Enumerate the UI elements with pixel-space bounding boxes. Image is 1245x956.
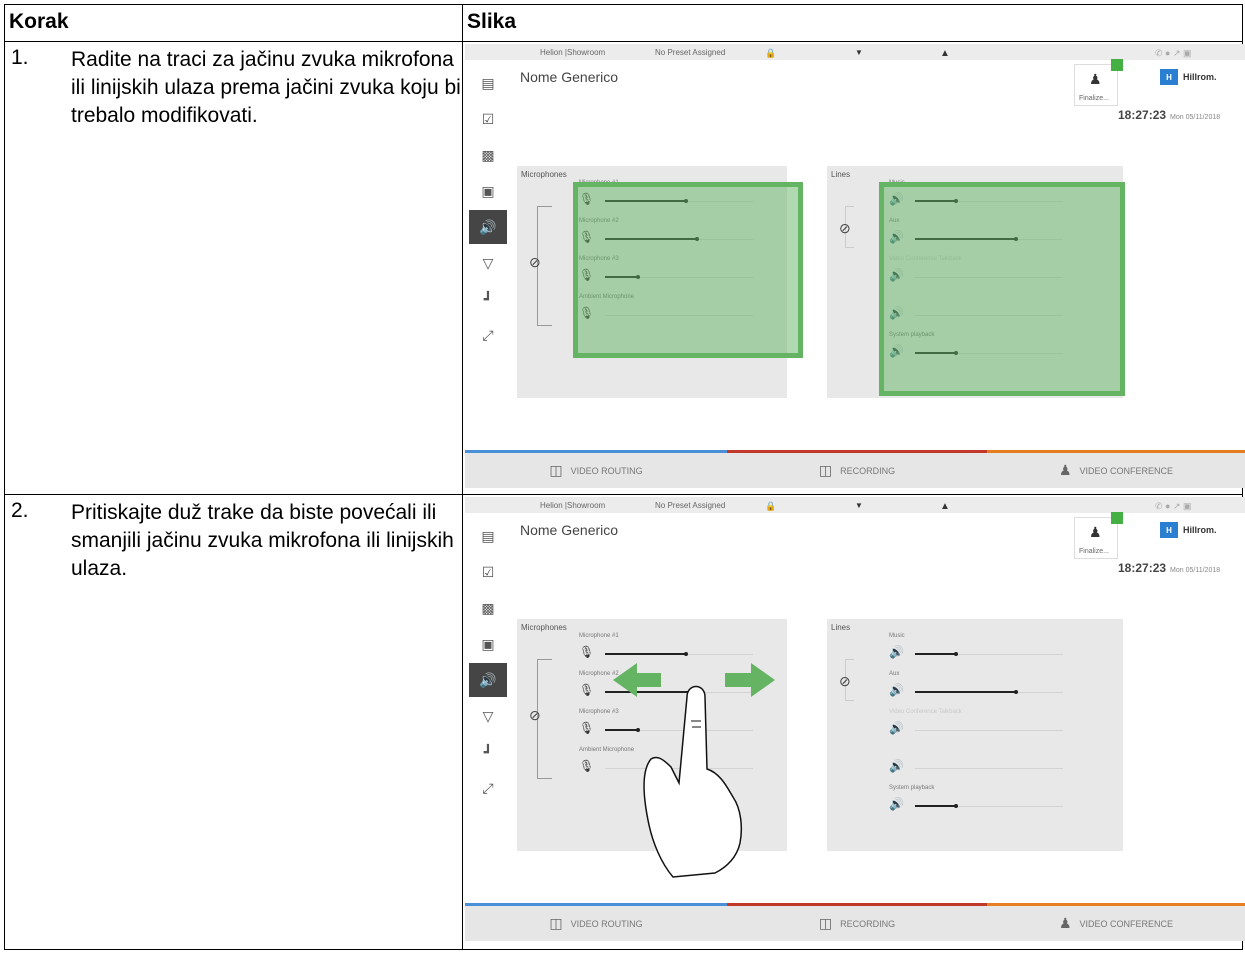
lines-mute-all-icon[interactable]: ⊘ [839, 220, 851, 237]
user-check-icon: ♟ [1089, 71, 1102, 87]
brand-logo: H Hillrom. [1160, 69, 1217, 85]
sidebar-camera-icon[interactable]: ⤢ [469, 318, 507, 352]
sidebar-light-icon[interactable]: ▽ [469, 246, 507, 280]
step-text: Radite na traci za jačinu zvuka mikrofon… [71, 48, 461, 127]
tab-video-routing-label: VIDEO ROUTING [570, 918, 643, 929]
tab-recording-label: RECORDING [840, 918, 896, 929]
instruction-table: Korak Slika 1. Radite na traci za jačinu… [4, 4, 1245, 950]
tab-recording[interactable]: ◫ RECORDING [727, 450, 987, 488]
tab-video-conference-label: VIDEO CONFERENCE [1079, 465, 1174, 476]
lock-icon[interactable]: 🔒 [765, 48, 776, 59]
sidebar-audio-icon[interactable]: 🔊 [469, 210, 507, 244]
clock-date: Mon 05/11/2018 [1170, 114, 1221, 121]
top-status-bar: Helion |Showroom No Preset Assigned 🔒 ▼ … [465, 44, 1245, 60]
room-label: Helion |Showroom [540, 48, 606, 57]
table-header-row: Korak Slika [4, 4, 1243, 42]
recording-icon: ◫ [818, 462, 833, 478]
step-text: Pritiskajte duž trake da biste povećali … [71, 501, 454, 580]
user-transfer-icon[interactable]: ▲ [940, 48, 950, 59]
tab-video-conference-label: VIDEO CONFERENCE [1079, 918, 1174, 929]
audio-screen: Helion |Showroom No Preset Assigned 🔒 ▼ … [465, 44, 1245, 488]
table-row: 2. Pritiskajte duž trake da biste poveća… [4, 494, 1245, 950]
image-cell: Helion |Showroom No Preset Assigned 🔒 ▼ … [462, 494, 1245, 950]
tab-video-conference[interactable]: ♟ VIDEO CONFERENCE [987, 450, 1245, 488]
tab-video-conference[interactable]: ♟ VIDEO CONFERENCE [987, 903, 1245, 941]
video-routing-icon: ◫ [549, 915, 563, 931]
sidebar-checklist-icon[interactable]: ☑ [469, 102, 507, 136]
clock: 18:27:23 Mon 05/11/2018 [1118, 108, 1220, 122]
microphones-highlight [573, 182, 803, 358]
patient-name: Nome Generico [520, 69, 619, 85]
lines-title: Lines [831, 170, 851, 179]
brand-name: Hillrom. [1183, 72, 1217, 82]
header-image: Slika [462, 4, 1243, 42]
sidebar-table-icon[interactable]: ┛ [469, 282, 507, 316]
tab-video-routing[interactable]: ◫ VIDEO ROUTING [465, 903, 727, 941]
tab-recording[interactable]: ◫ RECORDING [727, 903, 987, 941]
recording-icon: ◫ [818, 915, 833, 931]
hand-pointer-icon [643, 685, 743, 878]
video-conference-icon: ♟ [1058, 915, 1072, 931]
status-icons: ✆ ● ↗ ▣ [1155, 48, 1192, 58]
tab-video-routing-label: VIDEO ROUTING [570, 465, 643, 476]
tab-recording-label: RECORDING [840, 465, 896, 476]
bottom-tab-bar: ◫ VIDEO ROUTING ◫ RECORDING ♟ VIDEO CONFERE… [465, 903, 1245, 941]
mic-mute-all-icon[interactable]: ⊘ [529, 254, 541, 271]
step-number: 1. [11, 46, 29, 69]
sidebar-layers-icon[interactable]: ▩ [469, 138, 507, 172]
arrow-right-icon [725, 663, 775, 697]
step-number: 2. [11, 499, 29, 522]
table-row: 1. Radite na traci za jačinu zvuka mikro… [4, 41, 1245, 495]
sidebar-display-icon[interactable]: ▣ [469, 174, 507, 208]
step-cell: 1. Radite na traci za jačinu zvuka mikro… [4, 41, 463, 495]
image-cell: Helion |Showroom No Preset Assigned 🔒 ▼ … [462, 41, 1245, 495]
preset-label[interactable]: No Preset Assigned [655, 48, 725, 57]
arrow-left-icon [613, 663, 661, 697]
tab-video-routing[interactable]: ◫ VIDEO ROUTING [465, 450, 727, 488]
microphones-title: Microphones [521, 170, 567, 179]
header-step: Korak [4, 4, 463, 42]
step-cell: 2. Pritiskajte duž trake da biste poveća… [4, 494, 463, 950]
status-badge [1111, 59, 1123, 71]
finalize-label: Finalize... [1079, 95, 1109, 102]
audio-screen: Helion |Showroom No Preset Assigned 🔒 ▼ … [465, 497, 1245, 941]
swipe-gesture-illustration [613, 663, 775, 878]
bottom-tab-bar: ◫ VIDEO ROUTING ◫ RECORDING ♟ VIDEO CONFERE… [465, 450, 1245, 488]
sidebar: ▤ ☑ ▩ ▣ 🔊 ▽ ┛ ⤢ [465, 60, 511, 440]
brand-mark: H [1160, 69, 1178, 85]
sidebar-patient-icon[interactable]: ▤ [469, 66, 507, 100]
video-conference-icon: ♟ [1058, 462, 1072, 478]
finalize-button[interactable]: ♟ Finalize... [1074, 59, 1123, 106]
chevron-down-icon[interactable]: ▼ [855, 48, 863, 57]
clock-time: 18:27:23 [1118, 108, 1167, 122]
lines-highlight [879, 182, 1125, 396]
video-routing-icon: ◫ [549, 462, 563, 478]
